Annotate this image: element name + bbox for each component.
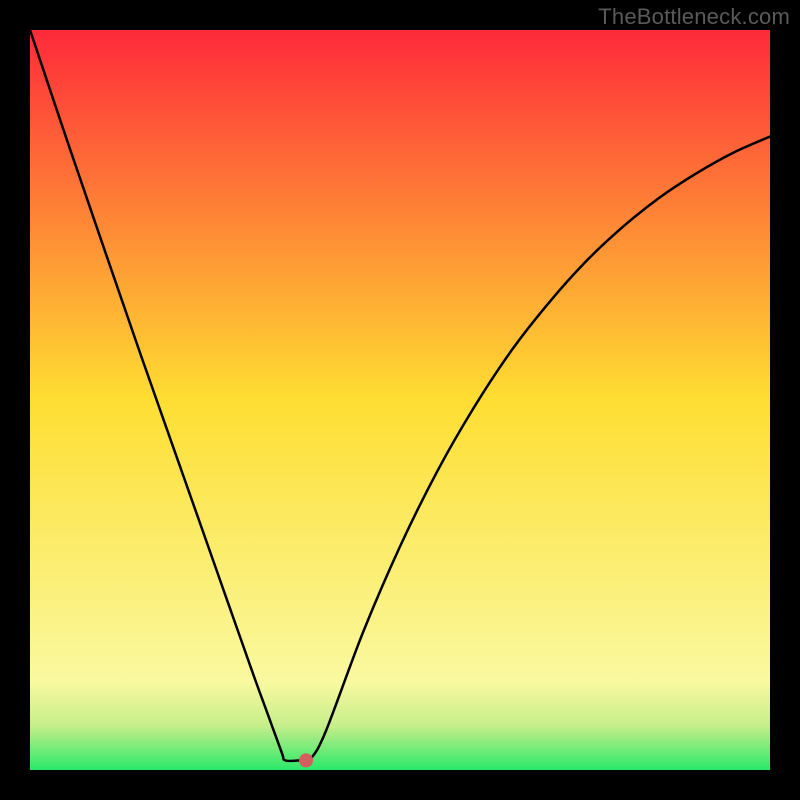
chart-svg — [30, 30, 770, 770]
chart-frame: TheBottleneck.com — [0, 0, 800, 800]
gradient-background — [30, 30, 770, 770]
minimum-marker — [299, 753, 313, 767]
plot-area — [30, 30, 770, 770]
watermark-text: TheBottleneck.com — [598, 4, 790, 30]
